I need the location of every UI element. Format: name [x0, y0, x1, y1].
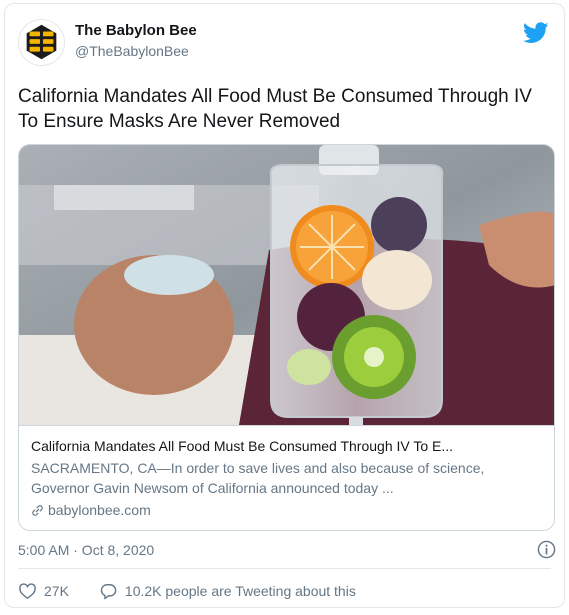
link-card[interactable]: California Mandates All Food Must Be Con… [18, 144, 555, 531]
bee-logo-icon [26, 24, 57, 60]
account-handle[interactable]: @TheBabylonBee [75, 43, 189, 59]
link-icon [32, 504, 43, 516]
conversation-link[interactable]: 10.2K people are Tweeting about this [99, 582, 356, 601]
twitter-bird-icon[interactable] [523, 22, 549, 44]
like-count: 27K [44, 583, 69, 599]
tweet-embed: The Babylon Bee @TheBabylonBee Californi… [4, 3, 565, 608]
account-name[interactable]: The Babylon Bee [75, 22, 197, 39]
iv-bag-fruit-photo [19, 145, 554, 425]
info-icon[interactable] [537, 540, 556, 559]
tweet-text: California Mandates All Food Must Be Con… [18, 86, 532, 132]
card-image[interactable] [19, 145, 554, 425]
avatar[interactable] [18, 19, 65, 66]
tweet-timestamp[interactable]: 5:00 AM · Oct 8, 2020 [18, 542, 154, 558]
card-title[interactable]: California Mandates All Food Must Be Con… [31, 437, 544, 456]
card-body[interactable]: California Mandates All Food Must Be Con… [19, 425, 554, 530]
card-description: SACRAMENTO, CA—In order to save lives an… [31, 460, 485, 496]
tweet-actions: 27K 10.2K people are Tweeting about this [18, 579, 386, 603]
card-domain[interactable]: babylonbee.com [31, 502, 544, 518]
divider [18, 568, 551, 569]
card-domain-text: babylonbee.com [48, 502, 151, 518]
heart-icon [19, 582, 36, 599]
conversation-text: 10.2K people are Tweeting about this [124, 583, 356, 599]
tweet-header: The Babylon Bee @TheBabylonBee [18, 16, 553, 66]
reply-bubble-icon [100, 583, 117, 599]
like-button[interactable]: 27K [18, 582, 69, 601]
